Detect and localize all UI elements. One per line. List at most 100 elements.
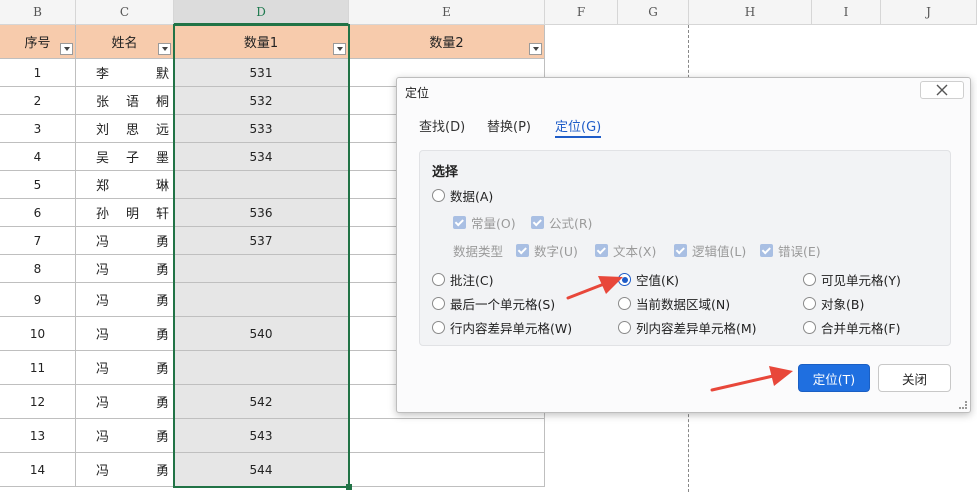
cell-name[interactable]: 李默 [76, 59, 174, 87]
cell-no[interactable]: 6 [0, 199, 76, 227]
cell-name[interactable]: 刘思远 [76, 115, 174, 143]
cell-no[interactable]: 1 [0, 59, 76, 87]
name-char: 孙 [96, 207, 110, 222]
goto-button[interactable]: 定位(T) [798, 364, 870, 392]
cell-qty1[interactable]: 532 [174, 87, 349, 115]
radio-icon [432, 321, 445, 334]
cell-no[interactable]: 5 [0, 171, 76, 199]
cell-no[interactable]: 3 [0, 115, 76, 143]
checkbox-icon [595, 244, 608, 257]
column-header-c[interactable]: C [76, 0, 174, 25]
cell-qty2[interactable] [349, 419, 545, 453]
cell-no[interactable]: 7 [0, 227, 76, 255]
option-visible-cells[interactable]: 可见单元格(Y) [803, 270, 901, 289]
cell-qty1[interactable] [174, 351, 349, 385]
header-no[interactable]: 序号 [0, 25, 76, 59]
option-comment[interactable]: 批注(C) [432, 270, 493, 289]
option-column-differences[interactable]: 列内容差异单元格(M) [618, 318, 757, 337]
cell-qty1[interactable]: 533 [174, 115, 349, 143]
filter-dropdown-icon[interactable] [333, 43, 346, 55]
filter-dropdown-icon[interactable] [529, 43, 542, 55]
header-label: 数量2 [429, 36, 464, 51]
tab-goto[interactable]: 定位(G) [555, 116, 601, 135]
cell-qty1[interactable]: 531 [174, 59, 349, 87]
cell-no[interactable]: 4 [0, 143, 76, 171]
cell-no[interactable]: 14 [0, 453, 76, 487]
cell-name[interactable]: 冯勇 [76, 255, 174, 283]
cell-name[interactable]: 冯勇 [76, 227, 174, 255]
close-button[interactable]: 关闭 [878, 364, 951, 392]
column-header-f[interactable]: F [545, 0, 618, 25]
cell-name[interactable]: 冯勇 [76, 419, 174, 453]
filter-dropdown-icon[interactable] [158, 43, 171, 55]
cell-name[interactable]: 冯勇 [76, 317, 174, 351]
goto-dialog: 定位 查找(D) 替换(P) 定位(G) 选择 数据(A) 常量(O) 公式(R… [396, 77, 971, 413]
cell-qty1[interactable]: 543 [174, 419, 349, 453]
name-char: 冯 [96, 430, 110, 445]
option-current-region[interactable]: 当前数据区域(N) [618, 294, 730, 313]
cell-name[interactable]: 冯勇 [76, 351, 174, 385]
name-char: 勇 [156, 464, 170, 479]
cell-no[interactable]: 10 [0, 317, 76, 351]
cell-no[interactable]: 2 [0, 87, 76, 115]
cell-qty1[interactable]: 537 [174, 227, 349, 255]
cell-no[interactable]: 13 [0, 419, 76, 453]
cell-qty1[interactable] [174, 283, 349, 317]
option-blank[interactable]: 空值(K) [618, 270, 679, 289]
column-header-j[interactable]: J [881, 0, 977, 25]
cell-qty1[interactable]: 534 [174, 143, 349, 171]
column-header-e[interactable]: E [349, 0, 545, 25]
cell-name[interactable]: 冯勇 [76, 453, 174, 487]
column-header-d[interactable]: D [174, 0, 349, 25]
cell-qty1[interactable] [174, 171, 349, 199]
column-header-g[interactable]: G [618, 0, 689, 25]
table-row: 14 冯勇 544 [0, 453, 545, 487]
column-header-b[interactable]: B [0, 0, 76, 25]
option-data[interactable]: 数据(A) [432, 186, 493, 205]
cell-name[interactable]: 孙明轩 [76, 199, 174, 227]
close-icon [936, 84, 948, 96]
column-header-h[interactable]: H [689, 0, 812, 25]
header-qty1[interactable]: 数量1 [174, 25, 349, 59]
radio-icon [803, 297, 816, 310]
checkbox-constant[interactable]: 常量(O) [453, 213, 516, 232]
header-qty2[interactable]: 数量2 [349, 25, 545, 59]
cell-qty1[interactable]: 536 [174, 199, 349, 227]
column-header-i[interactable]: I [812, 0, 881, 25]
cell-no[interactable]: 8 [0, 255, 76, 283]
tab-replace[interactable]: 替换(P) [487, 116, 531, 135]
cell-name[interactable]: 吴子墨 [76, 143, 174, 171]
checkbox-error[interactable]: 错误(E) [760, 241, 821, 260]
name-char: 思 [126, 123, 140, 138]
checkbox-logical[interactable]: 逻辑值(L) [674, 241, 746, 260]
name-char: 吴 [96, 151, 110, 166]
tab-find[interactable]: 查找(D) [419, 116, 465, 135]
cell-no[interactable]: 9 [0, 283, 76, 317]
checkbox-formula[interactable]: 公式(R) [531, 213, 592, 232]
checkbox-number[interactable]: 数字(U) [516, 241, 578, 260]
option-merged-cells[interactable]: 合并单元格(F) [803, 318, 900, 337]
option-last-cell[interactable]: 最后一个单元格(S) [432, 294, 555, 313]
checkbox-text[interactable]: 文本(X) [595, 241, 656, 260]
name-char: 冯 [96, 396, 110, 411]
resize-grip-icon[interactable] [959, 401, 967, 409]
cell-qty1[interactable]: 540 [174, 317, 349, 351]
cell-no[interactable]: 12 [0, 385, 76, 419]
cell-no[interactable]: 11 [0, 351, 76, 385]
cell-name[interactable]: 冯勇 [76, 385, 174, 419]
option-row-differences[interactable]: 行内容差异单元格(W) [432, 318, 572, 337]
cell-qty1[interactable] [174, 255, 349, 283]
cell-qty1[interactable]: 544 [174, 453, 349, 487]
cell-name[interactable]: 郑琳 [76, 171, 174, 199]
cell-name[interactable]: 冯勇 [76, 283, 174, 317]
header-name[interactable]: 姓名 [76, 25, 174, 59]
fill-handle[interactable] [346, 484, 352, 490]
option-objects[interactable]: 对象(B) [803, 294, 864, 313]
name-char: 语 [126, 95, 140, 110]
cell-qty1[interactable]: 542 [174, 385, 349, 419]
cell-name[interactable]: 张语桐 [76, 87, 174, 115]
cell-qty2[interactable] [349, 453, 545, 487]
name-char: 李 [96, 67, 110, 82]
filter-dropdown-icon[interactable] [60, 43, 73, 55]
dialog-close-button[interactable] [920, 81, 964, 99]
